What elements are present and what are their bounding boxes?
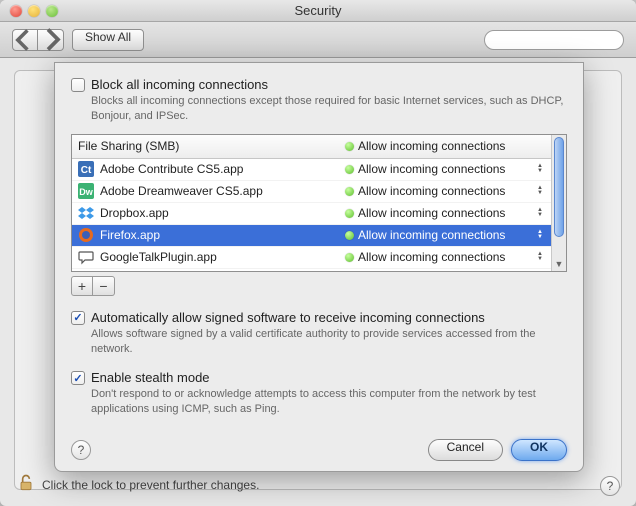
status-stepper-icon[interactable]: ▲▼: [537, 208, 545, 218]
app-row[interactable]: DwAdobe Dreamweaver CS5.appAllow incomin…: [72, 181, 551, 203]
app-name-label: GoogleTalkPlugin.app: [100, 250, 345, 264]
app-name-label: Adobe Dreamweaver CS5.app: [100, 184, 345, 198]
lock-open-icon: [16, 473, 36, 493]
app-status[interactable]: Allow incoming connections ▲▼: [345, 228, 545, 242]
chevron-left-icon: [13, 28, 37, 52]
help-icon: ?: [600, 476, 620, 496]
auto-allow-row: Automatically allow signed software to r…: [71, 310, 567, 325]
stealth-row: Enable stealth mode: [71, 370, 567, 385]
status-stepper-icon[interactable]: ▲▼: [537, 230, 545, 240]
help-button-main[interactable]: ?: [600, 476, 620, 496]
lock-row: Click the lock to prevent further change…: [16, 473, 259, 496]
app-status[interactable]: Allow incoming connections ▲▼: [345, 184, 545, 198]
forward-button[interactable]: [38, 29, 64, 51]
app-name-label: Adobe Contribute CS5.app: [100, 162, 345, 176]
status-dot-icon: [345, 209, 354, 218]
lock-button[interactable]: [16, 473, 36, 496]
block-all-label: Block all incoming connections: [91, 77, 268, 92]
svg-text:Ct: Ct: [81, 165, 92, 176]
app-status-label: Allow incoming connections: [358, 250, 533, 264]
prefs-window: Security Show All Click th: [0, 0, 636, 506]
app-status-label: Allow incoming connections: [358, 206, 533, 220]
app-status-label: Allow incoming connections: [358, 228, 533, 242]
status-dot-icon: [345, 253, 354, 262]
auto-allow-sub: Allows software signed by a valid certif…: [91, 327, 567, 357]
app-list-scrollbar[interactable]: ▼: [551, 135, 566, 271]
help-button-sheet[interactable]: ?: [71, 440, 91, 460]
block-all-row: Block all incoming connections: [71, 77, 567, 92]
block-all-checkbox[interactable]: [71, 78, 85, 92]
app-status[interactable]: Allow incoming connections ▲▼: [345, 250, 545, 264]
stealth-label: Enable stealth mode: [91, 370, 210, 385]
content-area: Click the lock to prevent further change…: [0, 58, 636, 506]
cancel-button[interactable]: Cancel: [428, 439, 503, 461]
add-button[interactable]: +: [71, 276, 93, 296]
header-app-col: File Sharing (SMB): [78, 139, 345, 153]
stealth-sub: Don't respond to or acknowledge attempts…: [91, 387, 567, 417]
googletalk-icon: [78, 249, 94, 265]
app-status[interactable]: Allow incoming connections ▲▼: [345, 206, 545, 220]
show-all-button[interactable]: Show All: [72, 29, 144, 51]
auto-allow-label: Automatically allow signed software to r…: [91, 310, 485, 325]
search-field[interactable]: [484, 30, 624, 50]
app-row[interactable]: Firefox.app Allow incoming connections ▲▼: [72, 225, 551, 247]
app-row[interactable]: GoogleTalkPlugin.appAllow incoming conne…: [72, 247, 551, 269]
app-status-label: Allow incoming connections: [358, 184, 533, 198]
back-button[interactable]: [12, 29, 38, 51]
toolbar: Show All: [0, 22, 636, 58]
dreamweaver-icon: Dw: [78, 183, 94, 199]
firewall-sheet: Block all incoming connections Blocks al…: [54, 62, 584, 472]
stealth-checkbox[interactable]: [71, 371, 85, 385]
sheet-footer: ? Cancel OK: [71, 439, 567, 461]
app-status[interactable]: Allow incoming connections ▲▼: [345, 162, 545, 176]
svg-text:Dw: Dw: [79, 187, 93, 197]
scrollbar-thumb[interactable]: [554, 137, 564, 237]
status-dot-icon: [345, 165, 354, 174]
add-remove-buttons: + −: [71, 276, 567, 296]
lock-hint-label: Click the lock to prevent further change…: [42, 478, 259, 492]
app-name-label: Firefox.app: [100, 228, 345, 242]
nav-buttons: [12, 29, 64, 51]
ok-button[interactable]: OK: [511, 439, 567, 461]
header-status-col: Allow incoming connections: [358, 139, 545, 153]
app-row[interactable]: Dropbox.app Allow incoming connections ▲▼: [72, 203, 551, 225]
titlebar: Security: [0, 0, 636, 22]
block-all-sub: Blocks all incoming connections except t…: [91, 94, 567, 124]
remove-button[interactable]: −: [93, 276, 115, 296]
contribute-icon: Ct: [78, 161, 94, 177]
firefox-icon: [78, 227, 94, 243]
app-list: File Sharing (SMB) Allow incoming connec…: [71, 134, 567, 272]
app-list-header: File Sharing (SMB) Allow incoming connec…: [72, 135, 551, 159]
app-status-label: Allow incoming connections: [358, 162, 533, 176]
app-row[interactable]: CtAdobe Contribute CS5.appAllow incoming…: [72, 159, 551, 181]
app-name-label: Dropbox.app: [100, 206, 345, 220]
status-stepper-icon[interactable]: ▲▼: [537, 252, 545, 262]
status-dot-icon: [345, 142, 354, 151]
status-dot-icon: [345, 231, 354, 240]
status-stepper-icon[interactable]: ▲▼: [537, 164, 545, 174]
window-title: Security: [0, 3, 636, 18]
auto-allow-checkbox[interactable]: [71, 311, 85, 325]
status-stepper-icon[interactable]: ▲▼: [537, 186, 545, 196]
scroll-down-icon[interactable]: ▼: [552, 259, 566, 269]
chevron-right-icon: [38, 27, 63, 52]
search-input[interactable]: [495, 34, 618, 46]
dropbox-icon: [78, 205, 94, 221]
status-dot-icon: [345, 187, 354, 196]
